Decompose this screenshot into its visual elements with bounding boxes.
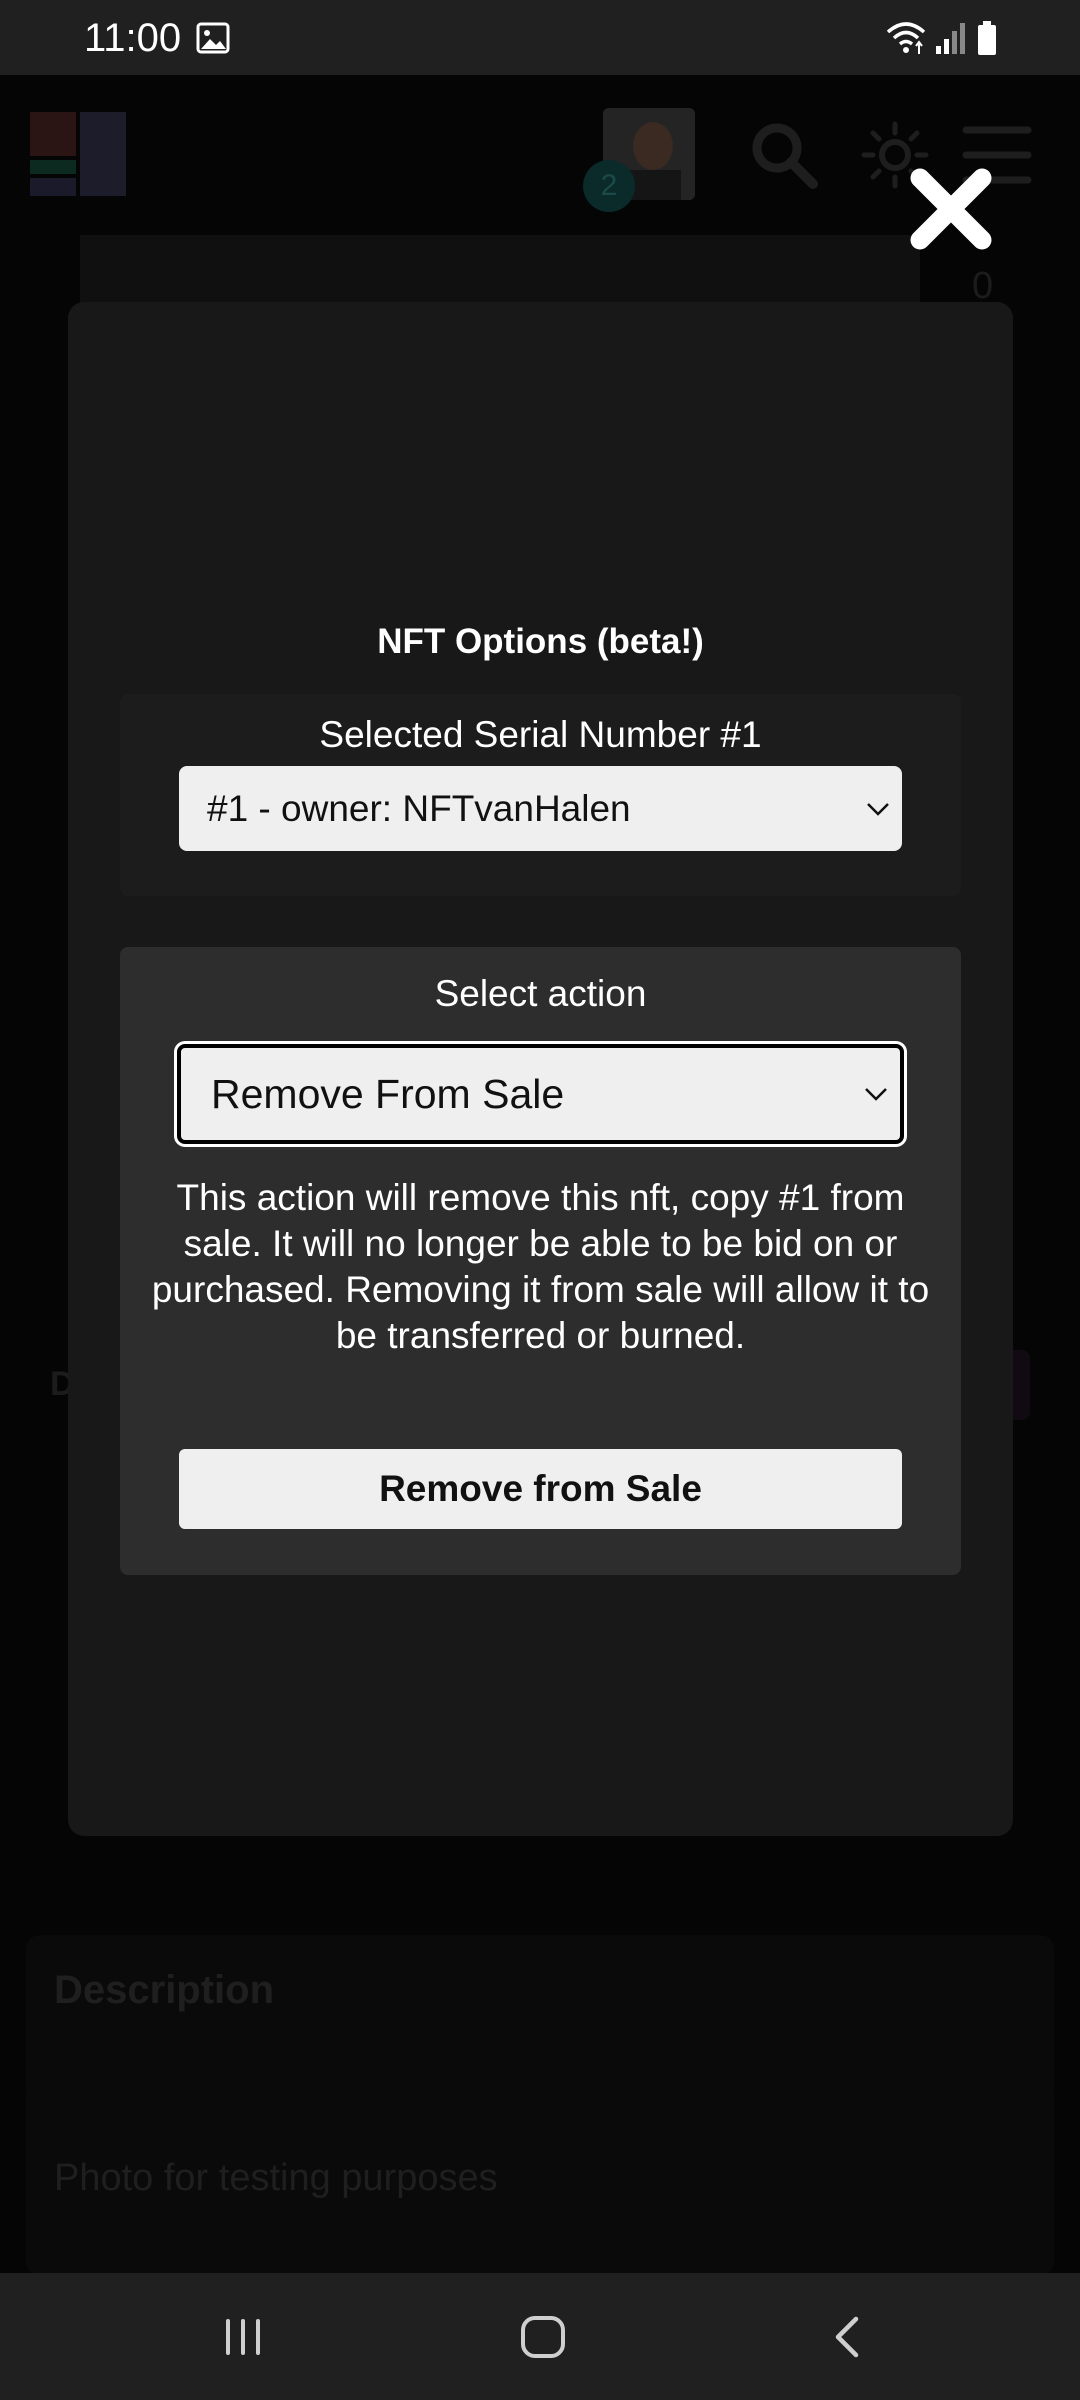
serial-number-label: Selected Serial Number #1: [319, 714, 762, 755]
close-icon[interactable]: [906, 164, 996, 254]
gallery-icon: [196, 22, 230, 54]
chevron-down-icon: [865, 1088, 887, 1101]
signal-icon: [936, 23, 965, 54]
avatar-badge: 2: [583, 160, 635, 212]
serial-number-panel: Selected Serial Number #1 #1 - owner: NF…: [120, 694, 961, 896]
action-description: This action will remove this nft, copy #…: [151, 1177, 930, 1356]
wifi-icon: [886, 22, 926, 54]
chevron-down-icon: [867, 802, 889, 816]
status-time: 11:00: [84, 16, 182, 60]
serial-number-select[interactable]: #1 - owner: NFTvanHalen: [179, 766, 902, 851]
battery-icon: [978, 21, 996, 55]
home-icon[interactable]: [520, 2315, 566, 2359]
modal-title: NFT Options (beta!): [377, 622, 704, 661]
navigation-bar: [0, 2273, 1080, 2400]
background-photo-text: Photo for testing purposes: [54, 2157, 498, 2199]
nft-options-modal: NFT Options (beta!) Selected Serial Numb…: [68, 302, 1013, 1836]
status-bar: 11:00: [0, 0, 1080, 75]
search-icon: [752, 123, 818, 189]
remove-from-sale-button[interactable]: Remove from Sale: [179, 1449, 902, 1529]
recent-apps-icon[interactable]: [222, 2317, 264, 2357]
status-icons: [886, 18, 998, 58]
select-action-label: Select action: [434, 973, 647, 1014]
app-logo: [30, 112, 128, 198]
serial-number-select-value: #1 - owner: NFTvanHalen: [207, 788, 631, 829]
background-description-panel: [26, 1935, 1054, 2105]
background-description-title: Description: [54, 1968, 275, 2012]
action-select-value: Remove From Sale: [211, 1071, 565, 1117]
action-select[interactable]: Remove From Sale: [177, 1044, 904, 1144]
back-icon[interactable]: [830, 2315, 864, 2359]
